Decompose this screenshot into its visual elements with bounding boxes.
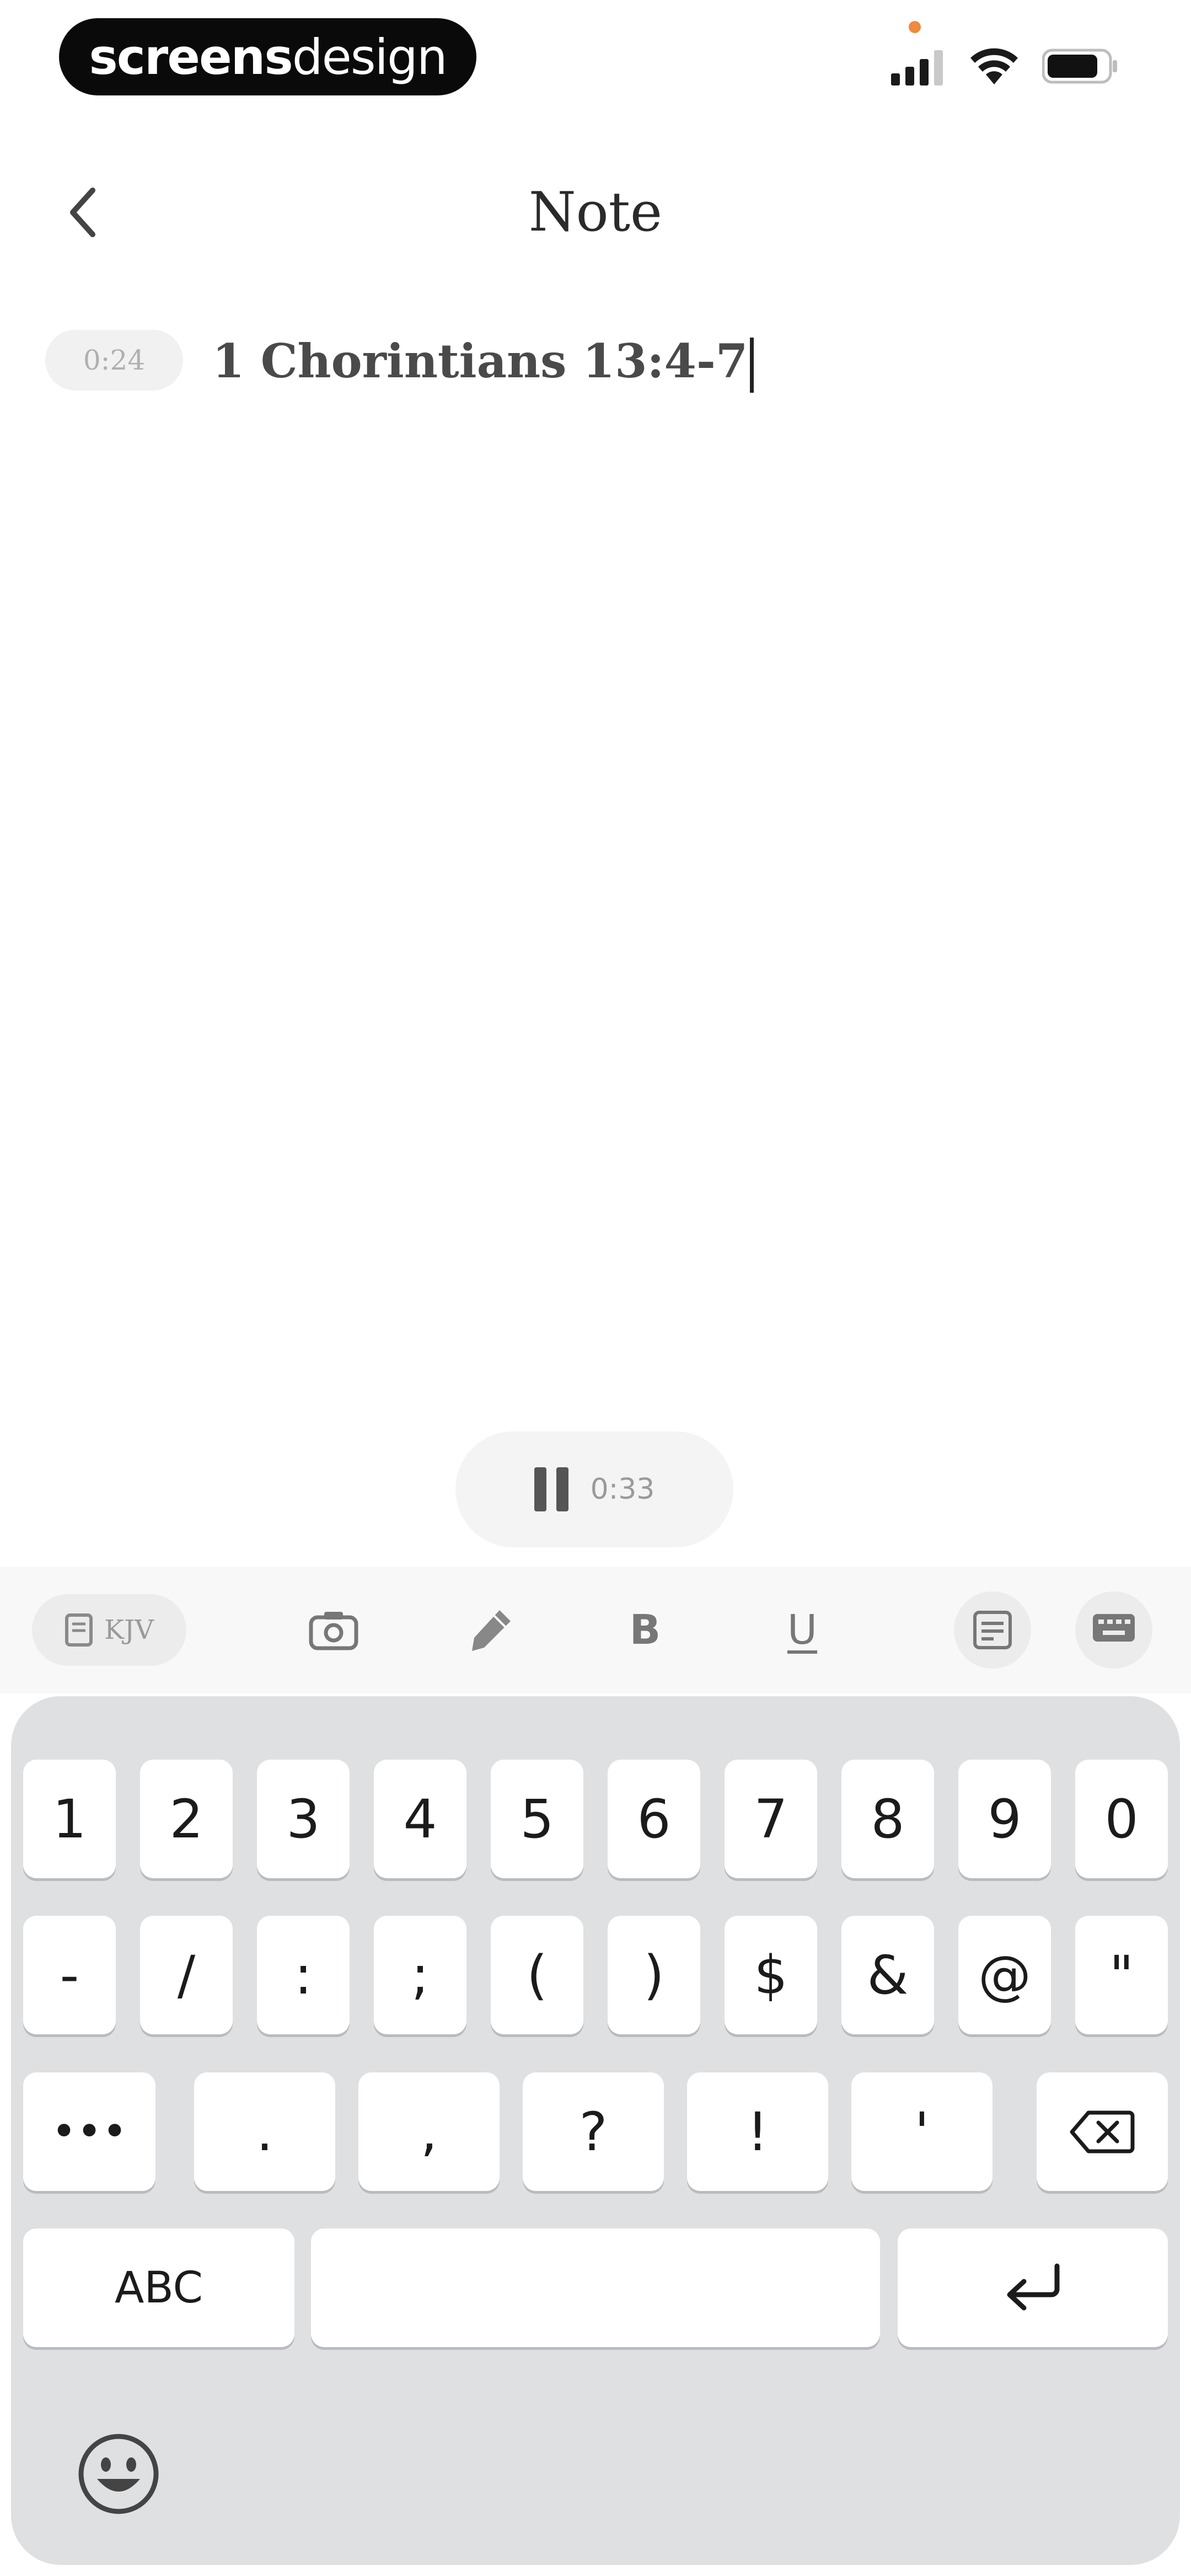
key-colon[interactable]: : [257, 1916, 350, 2034]
hide-keyboard-button[interactable] [1075, 1591, 1152, 1669]
underline-icon: U [787, 1606, 818, 1654]
key-close-paren[interactable]: ) [608, 1916, 700, 2034]
book-icon [65, 1613, 93, 1647]
list-icon [973, 1611, 1012, 1649]
backspace-icon [1070, 2110, 1135, 2153]
key-semicolon[interactable]: ; [374, 1916, 466, 2034]
note-screen: screens design Note 0:24 1 Chorintians 13… [0, 0, 1191, 2576]
key-3[interactable]: 3 [257, 1760, 350, 1878]
key-ampersand[interactable]: & [841, 1916, 934, 2034]
key-exclamation[interactable]: ! [687, 2072, 828, 2191]
abc-key[interactable]: ABC [23, 2228, 294, 2347]
bible-version-button[interactable]: KJV [32, 1594, 186, 1666]
key-quote[interactable]: " [1075, 1916, 1168, 2034]
key-8[interactable]: 8 [841, 1760, 934, 1878]
return-key[interactable] [898, 2228, 1168, 2347]
logo-part-2: design [292, 28, 448, 85]
key-slash[interactable]: / [140, 1916, 233, 2034]
emoji-icon [78, 2434, 159, 2514]
wifi-icon [970, 48, 1018, 84]
recording-indicator-dot [909, 21, 921, 33]
bold-button[interactable]: B [609, 1594, 681, 1666]
numeric-keyboard: 1 2 3 4 5 6 7 8 9 0 - / : ; ( ) $ & @ " … [11, 1696, 1180, 2565]
key-apostrophe[interactable]: ' [851, 2072, 993, 2191]
audio-timestamp-chip[interactable]: 0:24 [45, 330, 183, 391]
key-question[interactable]: ? [523, 2072, 664, 2191]
list-format-button[interactable] [954, 1591, 1031, 1669]
note-text-content: 1 Chorintians 13:4-7 [212, 334, 748, 388]
backspace-key[interactable] [1037, 2072, 1168, 2191]
space-key[interactable] [311, 2228, 880, 2347]
bible-version-label: KJV [104, 1615, 154, 1645]
note-editor-text[interactable]: 1 Chorintians 13:4-7 [212, 325, 754, 397]
key-open-paren[interactable]: ( [491, 1916, 583, 2034]
camera-icon [309, 1612, 358, 1650]
audio-recorder-pill[interactable]: 0:33 [455, 1431, 733, 1547]
key-comma[interactable]: , [358, 2072, 500, 2191]
emoji-button[interactable] [74, 2430, 163, 2518]
key-9[interactable]: 9 [958, 1760, 1051, 1878]
logo-part-1: screens [89, 28, 293, 85]
key-5[interactable]: 5 [491, 1760, 583, 1878]
key-at[interactable]: @ [958, 1916, 1051, 2034]
text-cursor [750, 338, 754, 393]
battery-icon [1042, 49, 1117, 84]
key-more-symbols[interactable]: ••• [23, 2072, 155, 2191]
underline-button[interactable]: U [766, 1594, 838, 1666]
keyboard-icon [1093, 1614, 1135, 1642]
key-dollar[interactable]: $ [725, 1916, 817, 2034]
pause-icon[interactable] [534, 1467, 568, 1511]
highlight-pen-icon [472, 1610, 511, 1651]
key-7[interactable]: 7 [725, 1760, 817, 1878]
format-toolbar: KJV B U [0, 1567, 1191, 1693]
key-period[interactable]: . [194, 2072, 335, 2191]
page-title: Note [528, 181, 663, 244]
return-icon [1007, 2263, 1060, 2310]
key-4[interactable]: 4 [374, 1760, 466, 1878]
key-0[interactable]: 0 [1075, 1760, 1168, 1878]
key-6[interactable]: 6 [608, 1760, 700, 1878]
key-1[interactable]: 1 [23, 1760, 116, 1878]
screensdesign-logo: screens design [59, 18, 476, 95]
bold-icon: B [629, 1606, 661, 1654]
key-hyphen[interactable]: - [23, 1916, 116, 2034]
key-2[interactable]: 2 [140, 1760, 233, 1878]
signal-icon [891, 50, 943, 85]
highlight-button[interactable] [455, 1594, 527, 1666]
status-icons [891, 33, 1119, 99]
camera-button[interactable] [298, 1594, 369, 1666]
recording-time: 0:33 [590, 1473, 655, 1506]
